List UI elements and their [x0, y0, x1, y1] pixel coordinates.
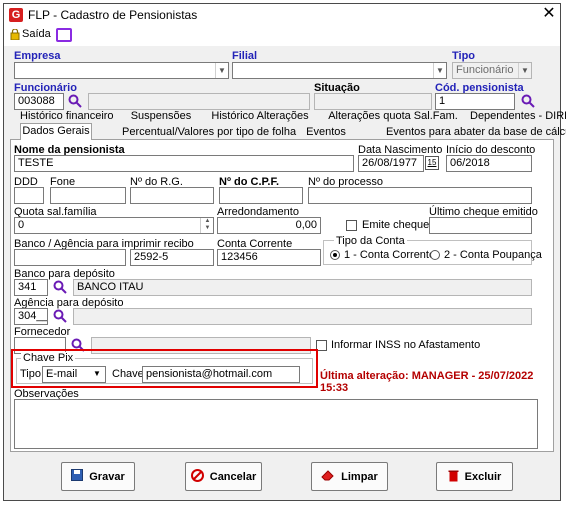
calendar-icon[interactable]: 15 [425, 156, 439, 170]
empresa-select[interactable] [14, 62, 229, 79]
emite-cheque-label: Emite cheque [362, 219, 430, 231]
saida-button[interactable]: Saída [22, 28, 51, 40]
excluir-button[interactable]: Excluir [436, 462, 513, 491]
agencia-deposito-code[interactable]: 304__ [14, 308, 48, 325]
radio-conta-corrente-label: 1 - Conta Corrente [344, 249, 436, 261]
title-bar: G FLP - Cadastro de Pensionistas ✕ [4, 4, 560, 26]
chat-icon[interactable] [56, 28, 72, 42]
chevron-down-icon[interactable]: ▼ [433, 63, 446, 78]
limpar-button[interactable]: Limpar [311, 462, 388, 491]
empresa-label: Empresa [14, 50, 61, 62]
close-icon[interactable]: ✕ [540, 5, 558, 23]
banco-recibo-field[interactable] [14, 249, 126, 266]
save-icon [71, 469, 84, 484]
tab-eventos[interactable]: Eventos [304, 125, 348, 139]
tipo-label: Tipo [452, 50, 476, 62]
tab-suspensoes[interactable]: Suspensões [126, 109, 196, 123]
tipo-conta-label: Tipo da Conta [334, 235, 407, 247]
funcionario-field[interactable]: 003088 [14, 93, 64, 110]
inicio-desconto-field[interactable]: 06/2018 [446, 155, 532, 172]
ultimo-cheque-field[interactable] [429, 217, 532, 234]
tab-historico-alteracoes[interactable]: Histórico Alterações [210, 109, 310, 123]
tab-dependentes-dirf[interactable]: Dependentes - DIRF [470, 109, 566, 123]
chave-pix-label: Chave Pix [21, 352, 76, 364]
pix-chave-label: Chave [112, 368, 144, 380]
informar-inss-label: Informar INSS no Afastamento [331, 339, 481, 351]
filial-select[interactable] [232, 62, 447, 79]
nome-field[interactable]: TESTE [14, 155, 354, 172]
trash-icon [448, 469, 459, 485]
app-logo-icon: G [9, 8, 23, 22]
cancelar-button[interactable]: Cancelar [185, 462, 262, 491]
cancel-icon [190, 468, 204, 485]
ultima-alteracao-text: Última alteração: MANAGER - 25/07/2022 1… [320, 370, 534, 394]
eraser-icon [321, 469, 335, 484]
lock-icon[interactable] [10, 28, 20, 41]
tab-eventos-abater[interactable]: Eventos para abater da base de cálculo [386, 125, 566, 139]
window-title: FLP - Cadastro de Pensionistas [28, 8, 198, 22]
search-icon[interactable] [521, 94, 535, 108]
main-window: G FLP - Cadastro de Pensionistas ✕ Saída… [3, 3, 566, 501]
situacao-field [314, 93, 432, 110]
search-icon[interactable] [68, 94, 82, 108]
funcionario-name-field [88, 93, 310, 110]
radio-conta-poupanca-label: 2 - Conta Poupança [444, 249, 542, 261]
search-icon[interactable] [53, 280, 67, 294]
chevron-down-icon[interactable]: ▼ [93, 370, 101, 378]
data-nascimento-field[interactable]: 26/08/1977 [358, 155, 424, 172]
fone-field[interactable] [50, 187, 126, 204]
gravar-button[interactable]: Gravar [61, 462, 135, 491]
cod-pensionista-field[interactable]: 1 [435, 93, 515, 110]
emite-cheque-checkbox[interactable] [346, 220, 357, 231]
spinner-icon[interactable]: ▲ ▼ [200, 218, 214, 233]
quota-field[interactable]: 0 [14, 217, 214, 234]
cancelar-label: Cancelar [209, 470, 257, 483]
banco-deposito-name: BANCO ITAU [73, 279, 532, 296]
tab-dados-gerais[interactable]: Dados Gerais [20, 123, 92, 140]
ddd-field[interactable] [14, 187, 44, 204]
tab-alteracoes-quota[interactable]: Alterações quota Sal.Fam. [328, 109, 458, 123]
arredondamento-field[interactable]: 0,00 [217, 217, 321, 234]
radio-conta-corrente[interactable] [330, 250, 340, 260]
banco-deposito-code[interactable]: 341 [14, 279, 48, 296]
filial-label: Filial [232, 50, 258, 62]
pix-chave-field[interactable]: pensionista@hotmail.com [142, 366, 300, 383]
tabs-row-1: Histórico financeiro Suspensões Históric… [10, 109, 566, 123]
tab-percentual-valores[interactable]: Percentual/Valores por tipo de folha [122, 125, 296, 139]
cpf-field[interactable] [219, 187, 303, 204]
toolbar [4, 26, 560, 46]
agencia-recibo-field[interactable]: 2592-5 [130, 249, 214, 266]
processo-field[interactable] [308, 187, 532, 204]
tabs-row-2: Dados Gerais Percentual/Valores por tipo… [10, 123, 566, 140]
observacoes-textarea[interactable] [14, 399, 538, 449]
pix-tipo-label: Tipo [20, 368, 41, 380]
rg-field[interactable] [130, 187, 214, 204]
chevron-down-icon[interactable]: ▼ [518, 63, 531, 78]
tab-historico-financeiro[interactable]: Histórico financeiro [20, 109, 114, 123]
conta-corrente-field[interactable]: 123456 [217, 249, 321, 266]
radio-conta-poupanca[interactable] [430, 250, 440, 260]
chevron-down-icon[interactable]: ▼ [215, 63, 228, 78]
search-icon[interactable] [53, 309, 67, 323]
excluir-label: Excluir [464, 470, 502, 483]
gravar-label: Gravar [89, 470, 125, 483]
agencia-deposito-name [73, 308, 532, 325]
limpar-label: Limpar [341, 470, 378, 483]
